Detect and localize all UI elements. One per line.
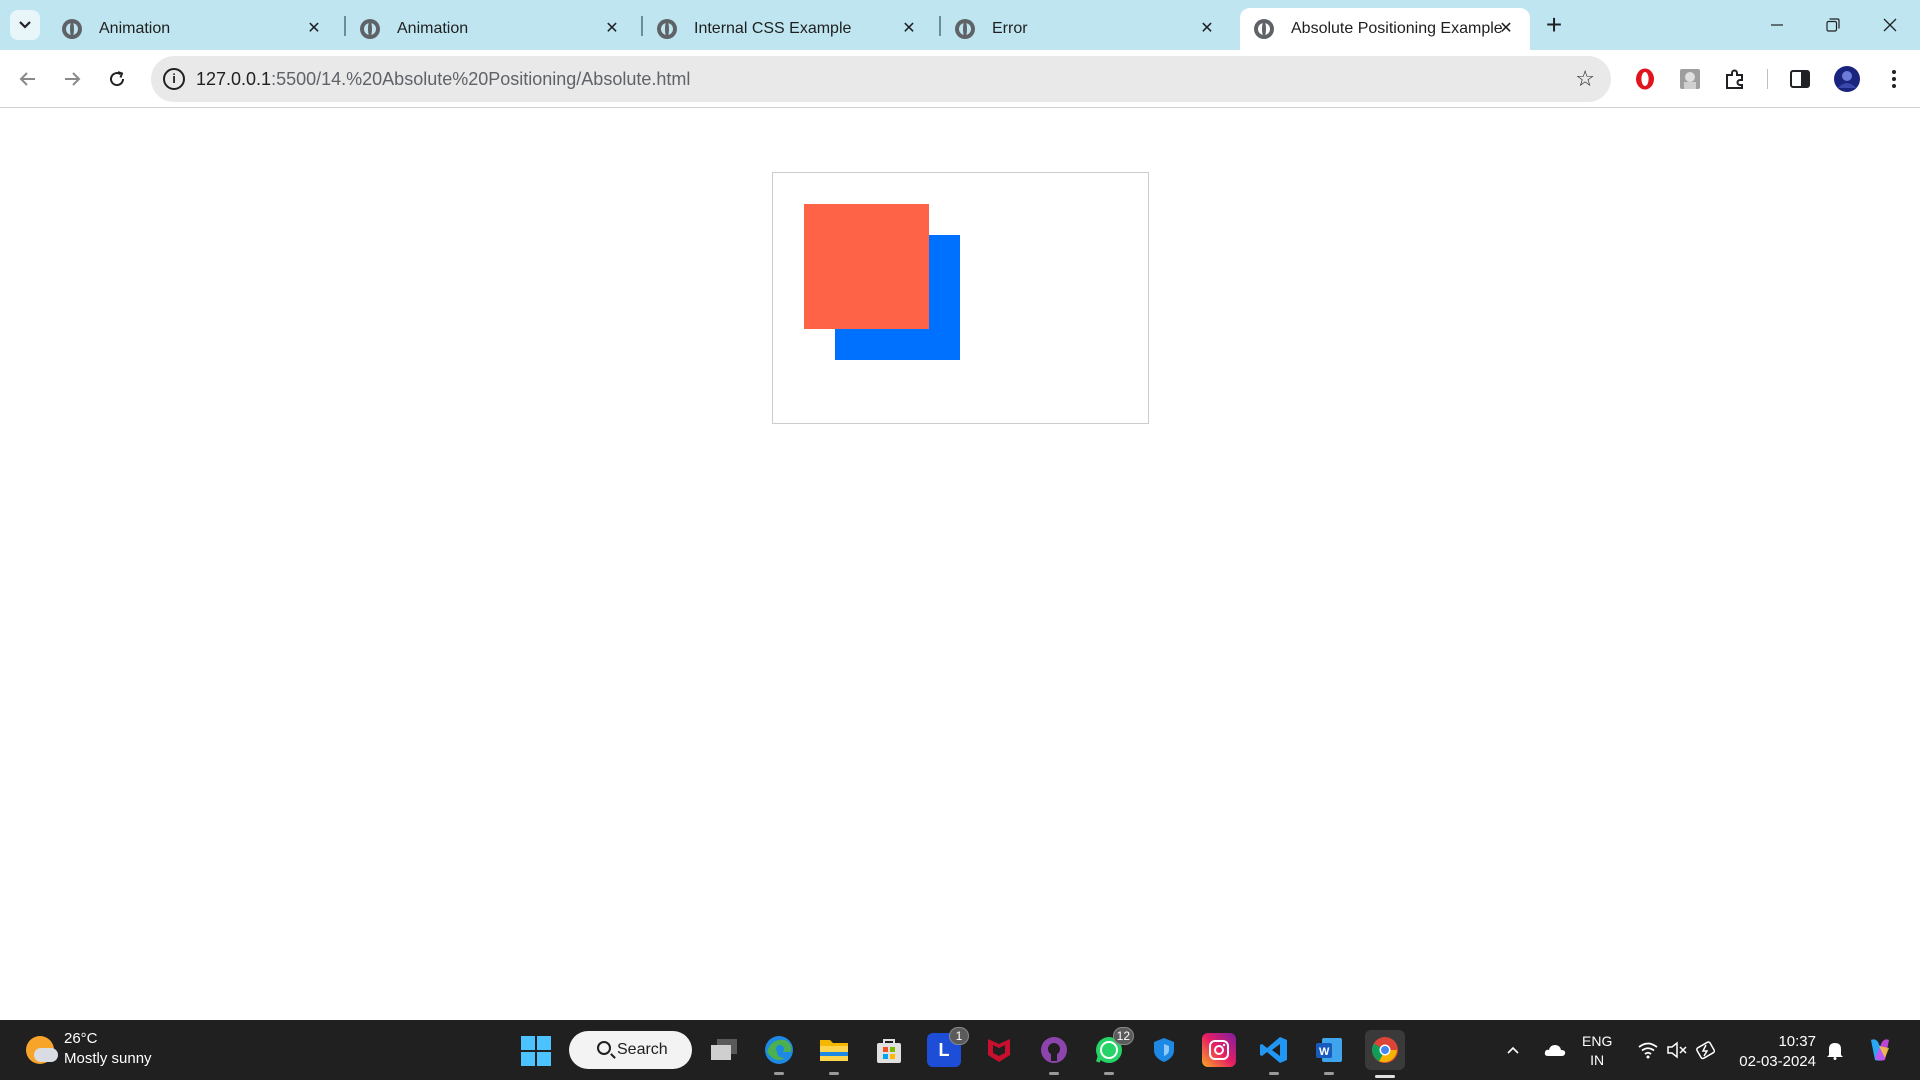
address-bar[interactable]: i 127.0.0.1:5500/14.%20Absolute%20Positi… <box>151 56 1611 102</box>
extensions-puzzle-icon[interactable] <box>1719 63 1751 95</box>
taskbar: 26°C Mostly sunny Search L 1 12 W ENG IN… <box>0 1020 1920 1080</box>
instagram-icon[interactable] <box>1202 1033 1236 1067</box>
wifi-icon[interactable] <box>1634 1020 1662 1080</box>
tab-title: Absolute Positioning Example <box>1291 20 1503 37</box>
arrow-right-icon <box>65 72 81 86</box>
close-tab-icon[interactable]: ✕ <box>602 19 622 39</box>
minimize-button[interactable] <box>1757 8 1797 42</box>
edge-icon[interactable] <box>762 1033 796 1075</box>
copilot-icon[interactable] <box>1860 1020 1900 1080</box>
svg-text:W: W <box>1319 1046 1330 1058</box>
url-text[interactable]: 127.0.0.1:5500/14.%20Absolute%20Position… <box>196 69 690 90</box>
minimize-icon <box>1771 24 1783 26</box>
chevron-down-icon <box>19 21 31 29</box>
weather-description[interactable]: Mostly sunny <box>64 1050 152 1067</box>
notification-badge: 12 <box>1112 1027 1134 1045</box>
running-indicator <box>1375 1075 1395 1078</box>
vscode-icon[interactable] <box>1257 1033 1291 1075</box>
mcafee-icon[interactable] <box>982 1033 1016 1067</box>
running-indicator <box>774 1072 784 1075</box>
restore-button[interactable] <box>1813 8 1853 42</box>
close-tab-icon[interactable]: ✕ <box>1496 19 1516 39</box>
defender-icon[interactable] <box>1147 1033 1181 1067</box>
forward-button[interactable] <box>54 61 90 97</box>
input-language[interactable]: ENG IN <box>1582 1032 1612 1070</box>
l-app-icon[interactable]: L 1 <box>927 1027 969 1067</box>
globe-icon <box>62 19 82 39</box>
globe-icon <box>657 19 677 39</box>
microsoft-store-icon[interactable] <box>872 1033 906 1067</box>
opera-extension-icon[interactable] <box>1629 63 1661 95</box>
onedrive-cloud-icon[interactable] <box>1540 1020 1570 1080</box>
positioning-container <box>772 172 1149 424</box>
language-code: ENG <box>1582 1033 1613 1049</box>
tab-search-button[interactable] <box>10 10 40 40</box>
battery-charging-icon[interactable] <box>1692 1020 1720 1080</box>
volume-muted-icon[interactable] <box>1663 1020 1691 1080</box>
tab-strip: Animation ✕ Animation ✕ Internal CSS Exa… <box>0 0 1920 50</box>
close-window-button[interactable] <box>1870 8 1910 42</box>
running-indicator <box>1049 1072 1059 1075</box>
bookmark-star-icon[interactable]: ☆ <box>1575 66 1595 92</box>
notification-badge: 1 <box>949 1027 969 1045</box>
close-icon <box>1883 18 1897 32</box>
back-button[interactable] <box>10 61 46 97</box>
tab-animation-1[interactable]: Animation ✕ <box>48 8 338 50</box>
clock-date: 02-03-2024 <box>1739 1053 1816 1070</box>
globe-icon <box>1254 19 1274 39</box>
extension-avatar-icon[interactable] <box>1674 63 1706 95</box>
url-host: 127.0.0.1 <box>196 69 272 89</box>
new-tab-button[interactable]: + <box>1534 8 1574 42</box>
tab-title: Internal CSS Example <box>694 20 852 37</box>
arrow-left-icon <box>19 72 35 86</box>
close-tab-icon[interactable]: ✕ <box>304 19 324 39</box>
system-clock[interactable]: 10:37 02-03-2024 <box>1736 1032 1816 1072</box>
tab-absolute-positioning-example[interactable]: Absolute Positioning Example ✕ <box>1240 8 1530 50</box>
notification-bell-icon[interactable] <box>1822 1020 1848 1080</box>
red-box <box>804 204 929 329</box>
show-hidden-icons-chevron-up-icon[interactable] <box>1500 1020 1526 1080</box>
globe-icon <box>955 19 975 39</box>
running-indicator <box>1324 1072 1334 1075</box>
search-icon <box>597 1041 611 1055</box>
reload-button[interactable] <box>99 61 135 97</box>
more-menu-icon[interactable] <box>1878 63 1910 95</box>
chrome-icon[interactable] <box>1365 1030 1405 1078</box>
profile-avatar[interactable] <box>1831 63 1863 95</box>
language-region: IN <box>1590 1052 1605 1068</box>
restore-icon <box>1826 18 1840 32</box>
close-tab-icon[interactable]: ✕ <box>1197 19 1217 39</box>
close-tab-icon[interactable]: ✕ <box>899 19 919 39</box>
weather-icon[interactable] <box>26 1036 58 1064</box>
browser-toolbar: i 127.0.0.1:5500/14.%20Absolute%20Positi… <box>0 50 1920 108</box>
tab-internal-css-example[interactable]: Internal CSS Example ✕ <box>643 8 933 50</box>
url-path: :5500/14.%20Absolute%20Positioning/Absol… <box>271 69 691 89</box>
running-indicator <box>829 1072 839 1075</box>
task-view-icon[interactable] <box>707 1033 741 1067</box>
clock-time: 10:37 <box>1778 1033 1816 1050</box>
globe-icon <box>360 19 380 39</box>
running-indicator <box>1104 1072 1114 1075</box>
file-explorer-icon[interactable] <box>817 1033 851 1075</box>
tab-title: Animation <box>99 20 171 37</box>
start-button[interactable] <box>521 1036 551 1066</box>
toolbar-divider <box>1767 69 1768 89</box>
whatsapp-icon[interactable]: 12 <box>1092 1027 1134 1075</box>
github-desktop-icon[interactable] <box>1037 1033 1071 1075</box>
reload-icon <box>110 71 125 87</box>
weather-temperature[interactable]: 26°C <box>64 1030 98 1047</box>
site-info-icon[interactable]: i <box>163 68 185 90</box>
search-label: Search <box>617 1041 668 1058</box>
tab-title: Error <box>992 20 1028 37</box>
tab-title: Animation <box>397 20 469 37</box>
word-icon[interactable]: W <box>1312 1033 1346 1075</box>
tab-error[interactable]: Error ✕ <box>941 8 1231 50</box>
running-indicator <box>1269 1072 1279 1075</box>
side-panel-icon[interactable] <box>1784 63 1816 95</box>
taskbar-search[interactable]: Search <box>569 1031 692 1069</box>
tab-animation-2[interactable]: Animation ✕ <box>346 8 636 50</box>
